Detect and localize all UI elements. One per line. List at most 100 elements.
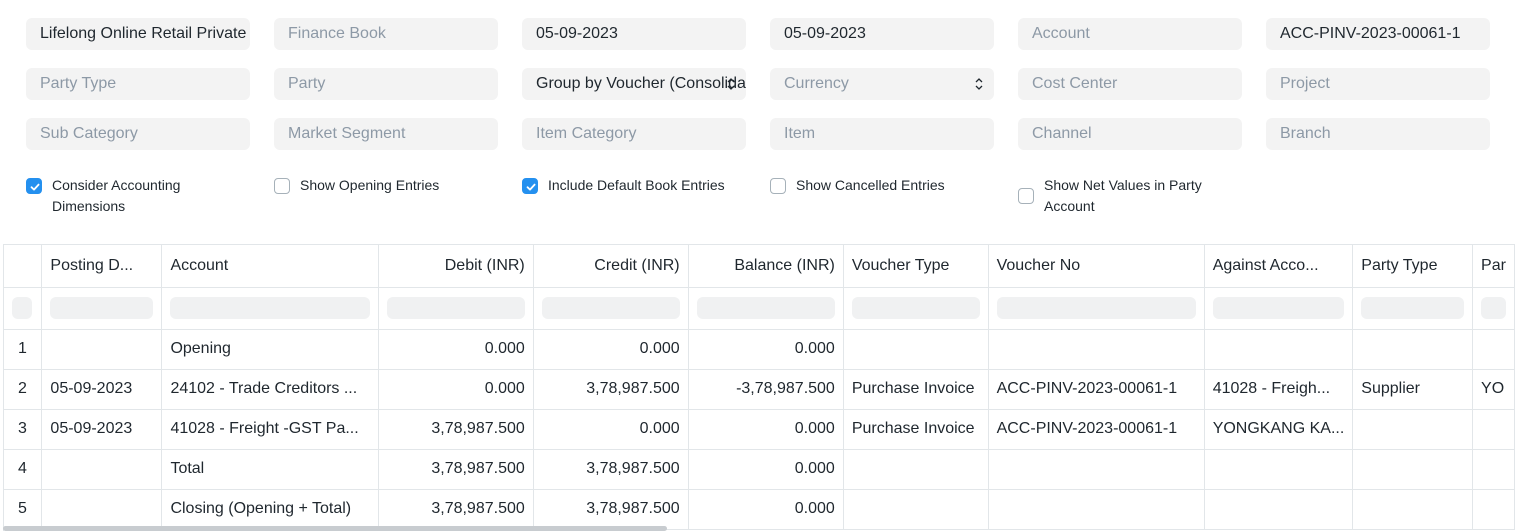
branch-field[interactable]: Branch xyxy=(1266,118,1490,150)
cell-date[interactable] xyxy=(41,329,163,370)
cell-party[interactable] xyxy=(1472,409,1515,450)
cell-voucher-type[interactable]: Purchase Invoice xyxy=(843,409,989,450)
column-header[interactable]: Account xyxy=(161,245,379,288)
cell-credit[interactable]: 3,78,987.500 xyxy=(533,489,689,530)
column-header[interactable]: Posting D... xyxy=(41,245,163,288)
consider-accounting-dimensions-checkbox[interactable]: Consider Accounting Dimensions xyxy=(26,175,256,219)
column-header[interactable]: Voucher No xyxy=(988,245,1205,288)
party-type-field[interactable]: Party Type xyxy=(26,68,250,100)
voucher-no-field[interactable]: ACC-PINV-2023-00061-1 xyxy=(1266,18,1490,50)
horizontal-scrollbar[interactable] xyxy=(3,526,667,531)
cell-voucher-no[interactable] xyxy=(988,449,1205,490)
header-row: Posting D... Account Debit (INR) Credit … xyxy=(4,245,1515,288)
cell-voucher-type[interactable] xyxy=(843,449,989,490)
table-row[interactable]: 4 Total 3,78,987.500 3,78,987.500 0.000 xyxy=(4,449,1515,490)
cell-date[interactable] xyxy=(41,489,163,530)
cell-party-type[interactable] xyxy=(1352,489,1474,530)
cell-voucher-no[interactable] xyxy=(988,329,1205,370)
cell-debit[interactable]: 0.000 xyxy=(378,369,534,410)
column-header[interactable]: Against Acco... xyxy=(1204,245,1354,288)
cell-voucher-no[interactable]: ACC-PINV-2023-00061-1 xyxy=(988,409,1205,450)
cell-voucher-type[interactable] xyxy=(843,329,989,370)
item-field[interactable]: Item xyxy=(770,118,994,150)
cell-date[interactable] xyxy=(41,449,163,490)
cell-party[interactable] xyxy=(1472,329,1515,370)
cell-party[interactable] xyxy=(1472,489,1515,530)
column-filter-input[interactable] xyxy=(161,287,379,330)
cell-against[interactable]: YONGKANG KA... xyxy=(1204,409,1354,450)
column-filter-input[interactable] xyxy=(988,287,1205,330)
currency-select[interactable]: Currency xyxy=(770,68,994,100)
cell-credit[interactable]: 0.000 xyxy=(533,329,689,370)
column-header[interactable]: Balance (INR) xyxy=(688,245,844,288)
cell-against[interactable] xyxy=(1204,449,1354,490)
cell-party-type[interactable]: Supplier xyxy=(1352,369,1474,410)
cell-balance[interactable]: 0.000 xyxy=(688,409,844,450)
column-header[interactable]: Party Type xyxy=(1352,245,1474,288)
group-by-select[interactable]: Group by Voucher (Consolidated) xyxy=(522,68,746,100)
show-cancelled-entries-checkbox[interactable]: Show Cancelled Entries xyxy=(770,175,1000,197)
column-header[interactable]: Debit (INR) xyxy=(378,245,534,288)
table-row[interactable]: 5 Closing (Opening + Total) 3,78,987.500 3,… xyxy=(4,489,1515,530)
column-filter-input[interactable] xyxy=(41,287,163,330)
cell-party[interactable]: YO xyxy=(1472,369,1515,410)
cell-party-type[interactable] xyxy=(1352,409,1474,450)
sub-category-field[interactable]: Sub Category xyxy=(26,118,250,150)
to-date-field[interactable]: 05-09-2023 xyxy=(770,18,994,50)
column-filter-input[interactable] xyxy=(1472,287,1515,330)
cell-credit[interactable]: 3,78,987.500 xyxy=(533,369,689,410)
cell-account[interactable]: Total xyxy=(161,449,379,490)
cell-date[interactable]: 05-09-2023 xyxy=(41,409,163,450)
item-category-field[interactable]: Item Category xyxy=(522,118,746,150)
show-opening-entries-checkbox[interactable]: Show Opening Entries xyxy=(274,175,504,197)
cell-voucher-no[interactable]: ACC-PINV-2023-00061-1 xyxy=(988,369,1205,410)
column-header[interactable]: Voucher Type xyxy=(843,245,989,288)
cell-voucher-type[interactable]: Purchase Invoice xyxy=(843,369,989,410)
cell-debit[interactable]: 3,78,987.500 xyxy=(378,449,534,490)
cell-account[interactable]: Opening xyxy=(161,329,379,370)
cell-against[interactable] xyxy=(1204,329,1354,370)
cell-account[interactable]: 41028 - Freight -GST Pa... xyxy=(161,409,379,450)
table-row[interactable]: 2 05-09-2023 24102 - Trade Creditors ... 0.… xyxy=(4,369,1515,410)
column-header[interactable]: Credit (INR) xyxy=(533,245,689,288)
cell-balance[interactable]: 0.000 xyxy=(688,489,844,530)
cell-balance[interactable]: 0.000 xyxy=(688,449,844,490)
include-default-book-entries-checkbox[interactable]: Include Default Book Entries xyxy=(522,175,752,197)
cell-against[interactable]: 41028 - Freigh... xyxy=(1204,369,1354,410)
cell-debit[interactable]: 0.000 xyxy=(378,329,534,370)
cell-voucher-no[interactable] xyxy=(988,489,1205,530)
channel-field[interactable]: Channel xyxy=(1018,118,1242,150)
cell-debit[interactable]: 3,78,987.500 xyxy=(378,409,534,450)
cell-account[interactable]: Closing (Opening + Total) xyxy=(161,489,379,530)
cell-against[interactable] xyxy=(1204,489,1354,530)
finance-book-field[interactable]: Finance Book xyxy=(274,18,498,50)
cell-voucher-type[interactable] xyxy=(843,489,989,530)
cell-balance[interactable]: -3,78,987.500 xyxy=(688,369,844,410)
cell-party[interactable] xyxy=(1472,449,1515,490)
cell-party-type[interactable] xyxy=(1352,329,1474,370)
from-date-field[interactable]: 05-09-2023 xyxy=(522,18,746,50)
party-field[interactable]: Party xyxy=(274,68,498,100)
account-field[interactable]: Account xyxy=(1018,18,1242,50)
cell-party-type[interactable] xyxy=(1352,449,1474,490)
market-segment-field[interactable]: Market Segment xyxy=(274,118,498,150)
column-filter-input[interactable] xyxy=(843,287,989,330)
cell-balance[interactable]: 0.000 xyxy=(688,329,844,370)
show-net-values-checkbox[interactable]: Show Net Values in Party Account xyxy=(1018,175,1248,219)
cell-credit[interactable]: 0.000 xyxy=(533,409,689,450)
cell-credit[interactable]: 3,78,987.500 xyxy=(533,449,689,490)
project-field[interactable]: Project xyxy=(1266,68,1490,100)
cost-center-field[interactable]: Cost Center xyxy=(1018,68,1242,100)
column-filter-input[interactable] xyxy=(378,287,534,330)
company-field[interactable]: Lifelong Online Retail Private Limited xyxy=(26,18,250,50)
column-filter-input[interactable] xyxy=(1204,287,1354,330)
column-filter-input[interactable] xyxy=(1352,287,1474,330)
column-filter-input[interactable] xyxy=(533,287,689,330)
column-header[interactable]: Par xyxy=(1472,245,1515,288)
cell-debit[interactable]: 3,78,987.500 xyxy=(378,489,534,530)
cell-date[interactable]: 05-09-2023 xyxy=(41,369,163,410)
table-row[interactable]: 1 Opening 0.000 0.000 0.000 xyxy=(4,329,1515,370)
table-row[interactable]: 3 05-09-2023 41028 - Freight -GST Pa... 3,7… xyxy=(4,409,1515,450)
cell-account[interactable]: 24102 - Trade Creditors ... xyxy=(161,369,379,410)
column-filter-input[interactable] xyxy=(688,287,844,330)
